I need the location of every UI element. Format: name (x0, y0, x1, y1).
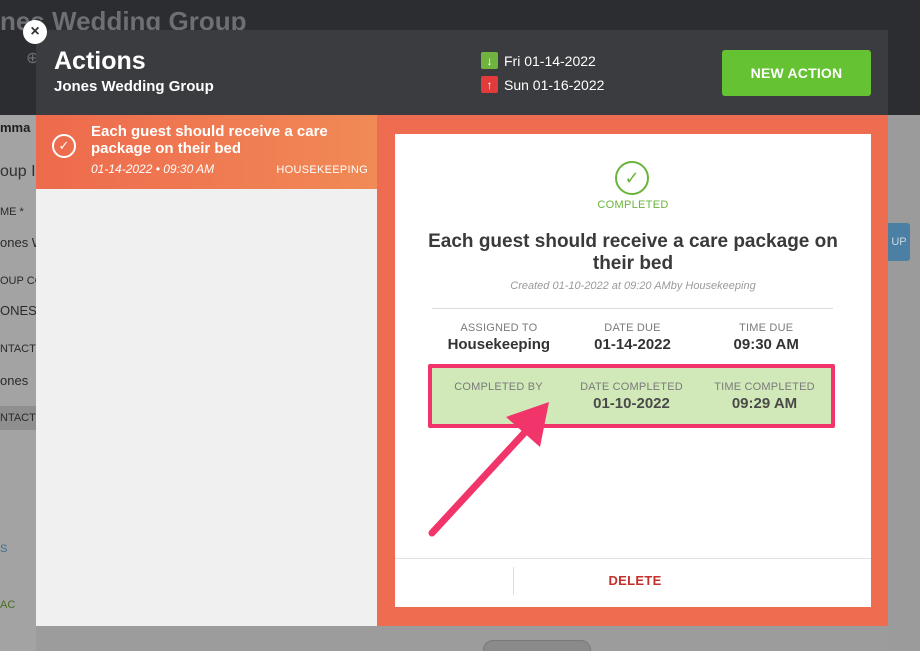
departure-date: ↑ Sun 01-16-2022 (481, 76, 604, 93)
close-icon[interactable]: × (23, 20, 47, 44)
background-text: ones W (0, 235, 36, 250)
date-completed-value: 01-10-2022 (593, 395, 670, 412)
time-completed-label: TIME COMPLETED (714, 381, 815, 393)
actions-modal: Actions Jones Wedding Group ↓ Fri 01-14-… (36, 30, 888, 626)
completed-by-label: COMPLETED BY (454, 381, 543, 393)
date-due-label: DATE DUE (604, 322, 661, 334)
assigned-to-value: Housekeeping (447, 336, 551, 353)
new-action-button[interactable]: NEW ACTION (722, 50, 871, 96)
arrival-date-text: Fri 01-14-2022 (504, 52, 596, 69)
divider (432, 308, 833, 309)
background-text: oup I (0, 163, 36, 180)
arrival-date: ↓ Fri 01-14-2022 (481, 52, 596, 69)
due-info-row: ASSIGNED TO Housekeeping DATE DUE 01-14-… (432, 322, 833, 353)
time-completed: TIME COMPLETED 09:29 AM (698, 381, 831, 412)
date-due-value: 01-14-2022 (594, 336, 671, 353)
modal-subtitle: Jones Wedding Group (54, 78, 214, 95)
action-list: ✓ Each guest should receive a care packa… (36, 115, 377, 626)
background-text: OUP CO (0, 275, 36, 287)
background-button: UP (888, 223, 910, 261)
completed-info-row: COMPLETED BY DATE COMPLETED 01-10-2022 T… (432, 381, 831, 412)
background-text: ME * (0, 206, 24, 218)
date-completed-label: DATE COMPLETED (580, 381, 683, 393)
action-detail-title: Each guest should receive a care package… (428, 231, 838, 274)
background-text: NTACT I (0, 406, 36, 430)
created-info: Created 01-10-2022 at 09:20 AMby Houseke… (510, 280, 756, 292)
modal-header: Actions Jones Wedding Group ↓ Fri 01-14-… (36, 30, 888, 115)
background-text: ones (0, 373, 29, 388)
completed-by: COMPLETED BY (432, 381, 565, 412)
action-item-datetime: 01-14-2022 • 09:30 AM (91, 162, 215, 176)
card-footer: DELETE (395, 558, 871, 607)
background-toggle (483, 640, 591, 651)
delete-button[interactable]: DELETE (595, 573, 675, 588)
arrow-up-icon: ↑ (481, 76, 498, 93)
departure-date-text: Sun 01-16-2022 (504, 76, 605, 93)
assigned-to-label: ASSIGNED TO (460, 322, 538, 334)
background-text: S (0, 543, 8, 555)
date-completed: DATE COMPLETED 01-10-2022 (565, 381, 698, 412)
time-due-value: 09:30 AM (733, 336, 799, 353)
background-footer (36, 625, 888, 651)
background-text: AC (0, 599, 16, 611)
time-completed-value: 09:29 AM (731, 395, 798, 412)
time-due: TIME DUE 09:30 AM (699, 322, 833, 353)
action-item-category: HOUSEKEEPING (276, 164, 368, 176)
background-left-column: mma oup I ME * ones W OUP CO ONES2 NTACT… (0, 115, 36, 651)
status-label: COMPLETED (597, 199, 669, 211)
date-due: DATE DUE 01-14-2022 (566, 322, 700, 353)
background-text: mma (0, 120, 31, 135)
modal-title: Actions (54, 47, 146, 75)
action-detail-card: ✓ COMPLETED Each guest should receive a … (395, 134, 871, 607)
background-text: ONES2 (0, 303, 36, 318)
action-list-item[interactable]: ✓ Each guest should receive a care packa… (36, 115, 377, 189)
arrow-down-icon: ↓ (481, 52, 498, 69)
modal-body: ✓ Each guest should receive a care packa… (36, 115, 888, 626)
action-item-title: Each guest should receive a care package… (91, 123, 328, 157)
background-text: NTACT I (0, 343, 36, 355)
completed-info-highlight: COMPLETED BY DATE COMPLETED 01-10-2022 T… (428, 364, 835, 428)
footer-separator (513, 567, 514, 595)
time-due-label: TIME DUE (739, 322, 794, 334)
background-right-column (888, 115, 920, 651)
check-circle-icon: ✓ (615, 161, 649, 195)
check-circle-icon: ✓ (52, 134, 76, 158)
assigned-to: ASSIGNED TO Housekeeping (432, 322, 566, 353)
